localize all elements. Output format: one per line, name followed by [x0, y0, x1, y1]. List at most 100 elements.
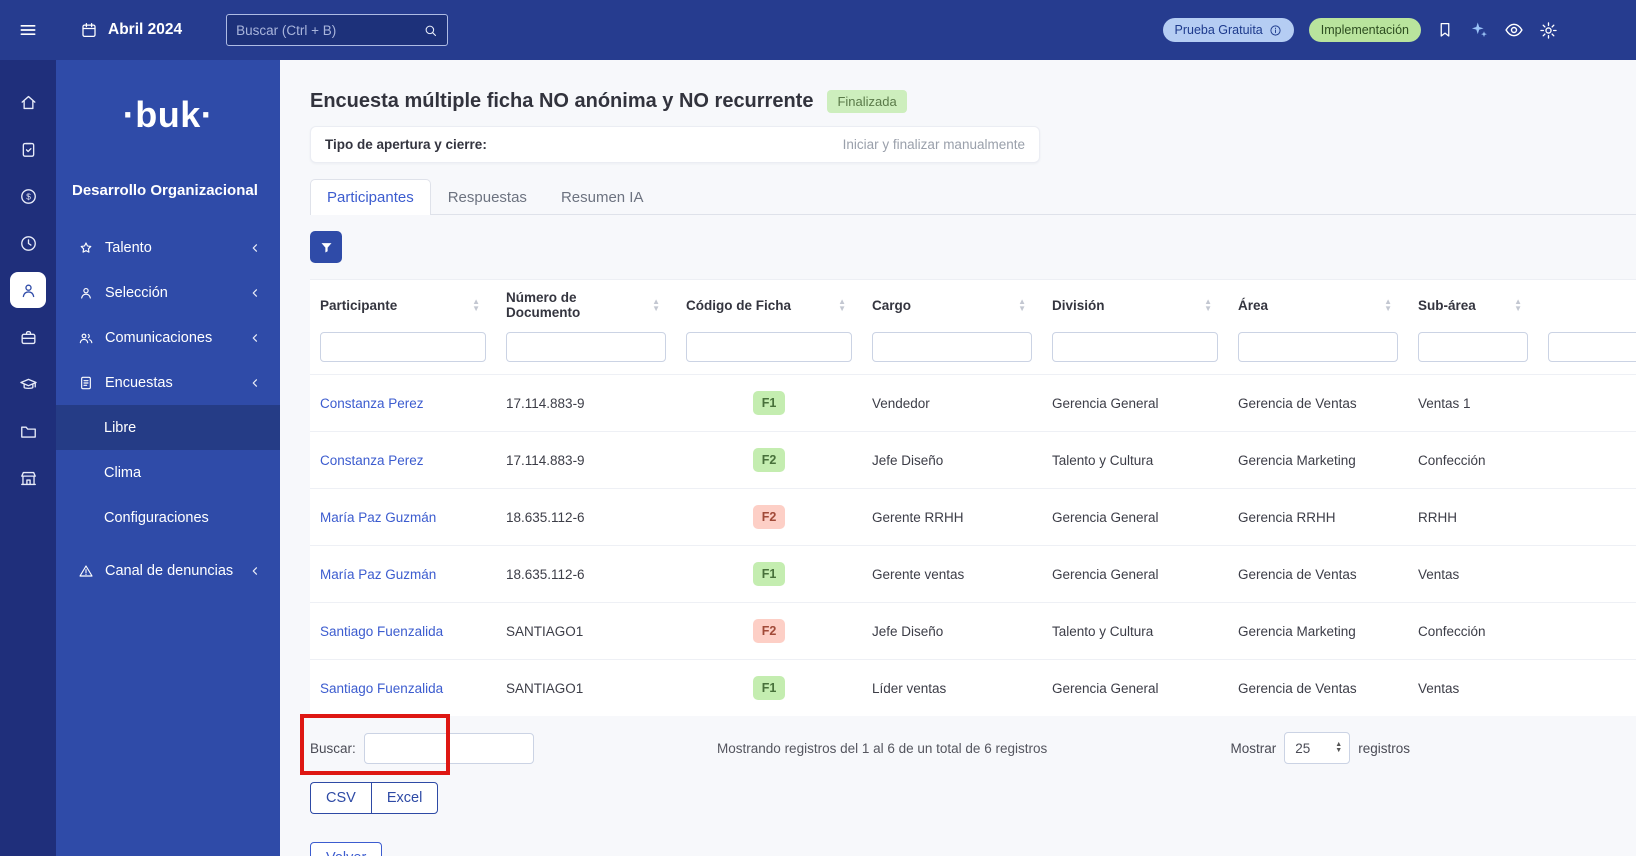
opening-info-card: Tipo de apertura y cierre: Iniciar y fin…	[310, 126, 1040, 163]
filter-button[interactable]	[310, 231, 342, 263]
csv-export-button[interactable]: CSV	[310, 782, 371, 814]
column-filter-input[interactable]	[1052, 332, 1218, 362]
icon-rail: $	[0, 60, 56, 856]
page-title-row: Encuesta múltiple ficha NO anónima y NO …	[310, 86, 1636, 116]
participant-link[interactable]: María Paz Guzmán	[320, 567, 436, 582]
filter-cell	[862, 330, 1042, 375]
column-header[interactable]: Código de Ficha▲▼	[676, 280, 862, 330]
column-label: Número de Documento	[506, 290, 652, 320]
implementation-badge[interactable]: Implementación	[1309, 18, 1421, 42]
page-size-select[interactable]: 25 ▲▼	[1284, 732, 1350, 764]
column-header[interactable]: Participante ▲▼	[310, 280, 496, 330]
participant-link[interactable]: Santiago Fuenzalida	[320, 624, 443, 639]
menu-toggle-button[interactable]	[0, 20, 56, 40]
column-header[interactable]: Sub-área▲▼	[1408, 280, 1538, 330]
column-filter-input[interactable]	[1238, 332, 1398, 362]
rail-item-home[interactable]	[10, 84, 46, 120]
column-filter-input[interactable]	[506, 332, 666, 362]
back-button[interactable]: Volver	[310, 842, 382, 856]
trial-badge-label: Prueba Gratuita	[1175, 23, 1263, 37]
column-label: División	[1052, 298, 1105, 313]
rail-item-graduation[interactable]	[10, 366, 46, 402]
ficha-badge: F2	[753, 619, 786, 643]
column-filter-input[interactable]	[872, 332, 1032, 362]
ficha-badge: F2	[753, 505, 786, 529]
rail-item-folder[interactable]	[10, 413, 46, 449]
sidebar-item-comunicaciones[interactable]: Comunicaciones	[56, 315, 280, 360]
nav-subitem-label: Configuraciones	[104, 510, 209, 526]
table-body: Constanza Perez17.114.883-9F1VendedorGer…	[310, 375, 1636, 717]
participant-link[interactable]: María Paz Guzmán	[320, 510, 436, 525]
rail-item-talent[interactable]	[10, 272, 46, 308]
rail-item-clipboard[interactable]	[10, 131, 46, 167]
division-cell: Talento y Cultura	[1042, 432, 1228, 489]
buk-logo: ·buk·	[56, 94, 280, 136]
column-label: Participante	[320, 298, 397, 313]
money-icon: $	[19, 187, 38, 206]
footer-search-input[interactable]	[364, 733, 534, 764]
area-cell: Gerencia de Ventas	[1228, 660, 1408, 717]
eye-icon[interactable]	[1504, 20, 1524, 40]
sidebar-item-configuraciones[interactable]: Configuraciones	[56, 495, 280, 540]
period-selector[interactable]: Abril 2024	[80, 21, 182, 39]
excel-export-button[interactable]: Excel	[371, 782, 438, 814]
participant-link[interactable]: Santiago Fuenzalida	[320, 681, 443, 696]
global-search-input[interactable]	[236, 23, 423, 38]
tab-respuestas[interactable]: Respuestas	[431, 179, 544, 215]
column-filter-input[interactable]	[1418, 332, 1528, 362]
column-filter-input[interactable]	[320, 332, 486, 362]
subarea-cell: RRHH	[1408, 489, 1538, 546]
column-header[interactable]: División ▲▼	[1042, 280, 1228, 330]
star-icon	[78, 240, 94, 256]
participant-link[interactable]: Constanza Perez	[320, 453, 424, 468]
sort-icon[interactable]: ▲▼	[1204, 298, 1212, 312]
sidebar-item-canal-de-denuncias[interactable]: Canal de denuncias	[56, 548, 280, 593]
document-icon	[78, 375, 94, 391]
participant-link[interactable]: Constanza Perez	[320, 396, 424, 411]
ficha-badge: F1	[753, 676, 786, 700]
rail-item-briefcase[interactable]	[10, 319, 46, 355]
implementation-badge-label: Implementación	[1321, 23, 1409, 37]
rail-item-money[interactable]: $	[10, 178, 46, 214]
sidebar-item-talento[interactable]: Talento	[56, 225, 280, 270]
sidebar-item-libre[interactable]: Libre	[56, 405, 280, 450]
filter-cell	[1228, 330, 1408, 375]
sort-icon[interactable]: ▲▼	[472, 298, 480, 312]
page-title: Encuesta múltiple ficha NO anónima y NO …	[310, 86, 813, 116]
clipboard-icon	[19, 140, 38, 159]
table-header-row: Participante▲▼Número de Documento▲▼Códig…	[310, 280, 1636, 330]
column-header[interactable]: Número de Documento▲▼	[496, 280, 676, 330]
bookmark-icon[interactable]	[1436, 21, 1454, 39]
column-header[interactable]: Cargo▲▼	[862, 280, 1042, 330]
tab-participantes[interactable]: Participantes	[310, 179, 431, 215]
sort-icon[interactable]: ▲▼	[1514, 298, 1522, 312]
sidebar-item-clima[interactable]: Clima	[56, 450, 280, 495]
sort-icon[interactable]: ▲▼	[1018, 298, 1026, 312]
filter-cell	[1408, 330, 1538, 375]
chevron-left-icon	[248, 376, 262, 390]
sort-icon[interactable]: ▲▼	[838, 298, 846, 312]
nav-item-label: Canal de denuncias	[105, 563, 233, 579]
funnel-icon	[319, 240, 334, 255]
tab-resumen-ia[interactable]: Resumen IA	[544, 179, 661, 215]
sparkle-icon[interactable]	[1469, 20, 1489, 40]
column-filter-input[interactable]	[686, 332, 852, 362]
spinner-arrows-icon: ▲▼	[1335, 742, 1342, 754]
extra-cell	[1538, 546, 1636, 603]
rail-item-building[interactable]	[10, 460, 46, 496]
period-label: Abril 2024	[108, 21, 182, 39]
trial-badge[interactable]: Prueba Gratuita	[1163, 18, 1294, 42]
column-filter-input[interactable]	[1548, 332, 1636, 362]
sidebar-item-selección[interactable]: Selección	[56, 270, 280, 315]
column-header[interactable]: Área▲▼	[1228, 280, 1408, 330]
division-cell: Gerencia General	[1042, 660, 1228, 717]
gear-icon[interactable]	[1539, 21, 1558, 40]
people-icon	[78, 330, 94, 346]
global-search	[226, 14, 448, 46]
rail-item-clock[interactable]	[10, 225, 46, 261]
sort-icon[interactable]: ▲▼	[1384, 298, 1392, 312]
filter-cell	[676, 330, 862, 375]
sidebar-item-encuestas[interactable]: Encuestas	[56, 360, 280, 405]
sort-icon[interactable]: ▲▼	[652, 298, 660, 312]
ficha-badge: F1	[753, 391, 786, 415]
